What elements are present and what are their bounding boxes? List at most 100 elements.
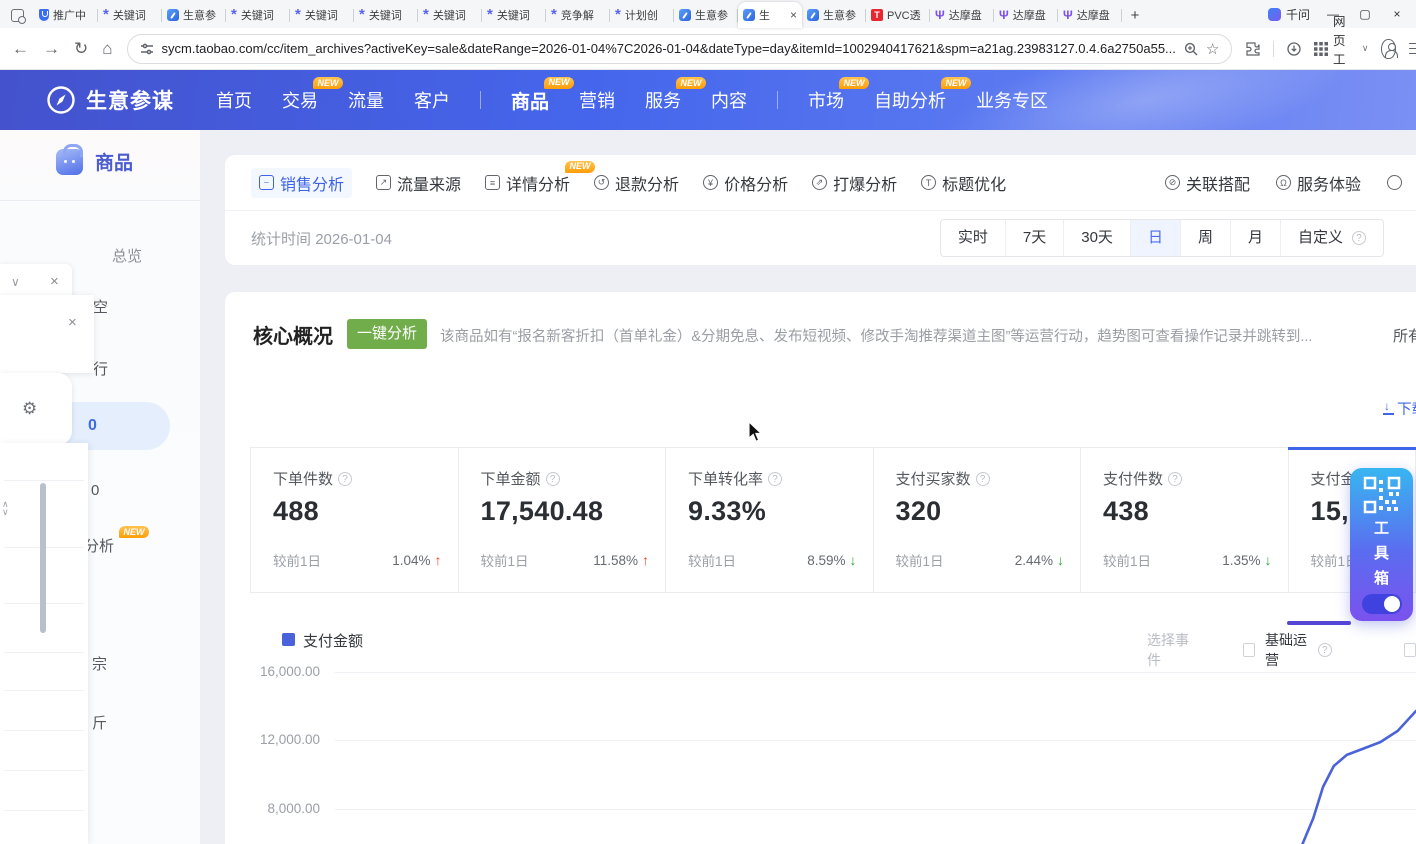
home-icon[interactable]: ⌂	[102, 39, 112, 59]
browser-tab[interactable]: *关键词	[418, 2, 482, 28]
forward-icon[interactable]: →	[43, 39, 60, 59]
date-option-realtime[interactable]: 实时	[941, 220, 1005, 256]
new-badge: NEW	[839, 77, 869, 89]
nav-item-marketing[interactable]: 营销	[579, 87, 615, 113]
overlay-panel: ⚙	[0, 373, 72, 445]
extensions-icon[interactable]	[1246, 42, 1260, 56]
close-icon[interactable]: ×	[68, 314, 77, 331]
nav-item-trade[interactable]: 交易NEW	[282, 87, 318, 113]
chevron-down-icon[interactable]: ∨	[11, 275, 20, 289]
nav-item-content[interactable]: 内容	[711, 87, 747, 113]
sidebar-item-fragment[interactable]: 斤	[92, 712, 107, 733]
metric-card-pay-items[interactable]: 支付件数? 438 较前1日1.35%↓	[1081, 448, 1289, 592]
nav-item-self-analysis[interactable]: 自助分析NEW	[874, 87, 946, 113]
new-badge: NEW	[941, 77, 971, 89]
nav-item-business-zone[interactable]: 业务专区	[976, 87, 1048, 113]
scrollbar-thumb[interactable]	[40, 483, 46, 633]
site-info-icon[interactable]	[140, 42, 154, 56]
nav-item-goods[interactable]: 商品NEW	[511, 87, 549, 114]
metric-card-conversion[interactable]: 下单转化率? 9.33% 较前1日8.59%↓	[666, 448, 874, 592]
download-icon	[1383, 403, 1394, 414]
date-option-7d[interactable]: 7天	[1005, 220, 1063, 256]
menu-icon[interactable]	[1409, 43, 1416, 55]
new-tab-button[interactable]: +	[1122, 2, 1148, 28]
gear-icon[interactable]: ⚙	[22, 399, 37, 419]
tab-related-match[interactable]: ⊘关联搭配	[1165, 171, 1250, 195]
metric-card-pay-buyers[interactable]: 支付买家数? 320 较前1日2.44%↓	[874, 448, 1082, 592]
payment-trend-line-chart[interactable]	[335, 660, 1416, 844]
one-click-analyze-button[interactable]: 一键分析	[347, 319, 427, 349]
profile-avatar[interactable]	[1381, 39, 1395, 59]
browser-tab[interactable]: 生意参	[162, 2, 226, 28]
metric-card-order-amount[interactable]: 下单金额? 17,540.48 较前1日11.58%↑	[459, 448, 667, 592]
tab-refund-analysis[interactable]: ↺退款分析	[594, 171, 679, 195]
bookmark-star-icon[interactable]: ☆	[1206, 40, 1219, 58]
zoom-icon[interactable]	[1184, 42, 1198, 56]
sidebar-item-fragment[interactable]: 宗	[92, 653, 107, 674]
cards-scroll-indicator[interactable]	[1287, 621, 1351, 625]
nav-item-service[interactable]: 服务NEW	[645, 87, 681, 113]
browser-tab[interactable]: *关键词	[482, 2, 546, 28]
sidebar-item-analysis-fragment[interactable]: 分析	[84, 535, 114, 556]
nav-item-customer[interactable]: 客户	[414, 87, 450, 113]
address-bar[interactable]: sycm.taobao.com/cc/item_archives?activeK…	[127, 34, 1233, 64]
tab-sales-analysis[interactable]: ⌣销售分析	[251, 168, 352, 198]
browser-tab-strip: 推广中 *关键词 生意参 *关键词 *关键词 *关键词 *关键词 *关键词 *竞…	[0, 0, 1416, 28]
new-badge: NEW	[565, 161, 595, 173]
tab-detail-analysis[interactable]: ≡详情分析NEW	[485, 171, 570, 195]
metric-card-order-items[interactable]: 下单件数? 488 较前1日1.04%↑	[251, 448, 459, 592]
date-option-month[interactable]: 月	[1230, 220, 1280, 256]
date-option-week[interactable]: 周	[1180, 220, 1230, 256]
date-option-day[interactable]: 日	[1130, 220, 1180, 256]
close-icon[interactable]: ×	[50, 273, 59, 290]
browser-tab[interactable]: *计划创	[610, 2, 674, 28]
nav-item-market[interactable]: 市场NEW	[808, 87, 844, 113]
browser-tab[interactable]: *关键词	[290, 2, 354, 28]
browser-tab[interactable]: *竞争解	[546, 2, 610, 28]
toolbox-widget[interactable]: 工具箱	[1350, 468, 1413, 621]
date-option-custom[interactable]: 自定义?	[1280, 220, 1383, 256]
tab-title-optimize[interactable]: T标题优化	[921, 171, 1006, 195]
browser-tab[interactable]	[0, 2, 34, 28]
sidebar-item-selected-fragment[interactable]: 0	[88, 417, 97, 435]
browser-tab[interactable]: *关键词	[98, 2, 162, 28]
tab-service-experience[interactable]: Ω服务体验	[1276, 171, 1361, 195]
tab-price-analysis[interactable]: ¥价格分析	[703, 171, 788, 195]
tab-traffic-source[interactable]: ↗流量来源	[376, 171, 461, 195]
browser-tab[interactable]: Ψ达摩盘	[1058, 2, 1122, 28]
nav-item-traffic[interactable]: 流量	[348, 87, 384, 113]
date-option-30d[interactable]: 30天	[1063, 220, 1130, 256]
legend-swatch	[282, 633, 295, 646]
browser-tab[interactable]: 生意参	[802, 2, 866, 28]
download-link[interactable]: 下载	[1383, 398, 1416, 419]
event-checkbox[interactable]	[1404, 643, 1416, 657]
nav-item-home[interactable]: 首页	[216, 87, 252, 113]
download-status-icon[interactable]	[1287, 42, 1301, 56]
sidebar-item-monitor-fragment[interactable]: 空	[93, 296, 108, 317]
tab-close-icon[interactable]: ×	[790, 8, 797, 22]
sidebar-item-overview[interactable]: 总览	[112, 245, 142, 266]
y-tick: 12,000.00	[245, 732, 320, 747]
sidebar-item-rank-fragment[interactable]: 行	[93, 358, 108, 379]
tabs-card: ⌣销售分析 ↗流量来源 ≡详情分析NEW ↺退款分析 ¥价格分析 ⇗打爆分析 T…	[225, 155, 1416, 265]
event-checkbox[interactable]	[1243, 643, 1255, 657]
browser-tab[interactable]: Ψ达摩盘	[994, 2, 1058, 28]
clipped-tab-icon[interactable]	[1387, 175, 1402, 190]
goods-bag-icon	[56, 149, 83, 175]
toolbox-toggle[interactable]	[1362, 594, 1402, 614]
back-icon[interactable]: ←	[12, 39, 29, 59]
brand[interactable]: 生意参谋	[46, 85, 174, 115]
browser-tab[interactable]: *关键词	[354, 2, 418, 28]
browser-tab[interactable]: *关键词	[226, 2, 290, 28]
sidebar-item-fragment[interactable]: 0	[91, 482, 99, 499]
reload-icon[interactable]: ↻	[74, 39, 88, 59]
help-icon: ?	[338, 472, 352, 486]
browser-tab[interactable]: Ψ达摩盘	[930, 2, 994, 28]
tab-boost-analysis[interactable]: ⇗打爆分析	[812, 171, 897, 195]
browser-tab[interactable]: TPVC透	[866, 2, 930, 28]
browser-tab[interactable]: 推广中	[34, 2, 98, 28]
browser-tab[interactable]: 生意参	[674, 2, 738, 28]
stepper-icons[interactable]: ∧∨	[2, 500, 9, 516]
browser-tab-active[interactable]: 生×	[738, 2, 802, 28]
clipped-right-text: 所有	[1393, 325, 1416, 346]
